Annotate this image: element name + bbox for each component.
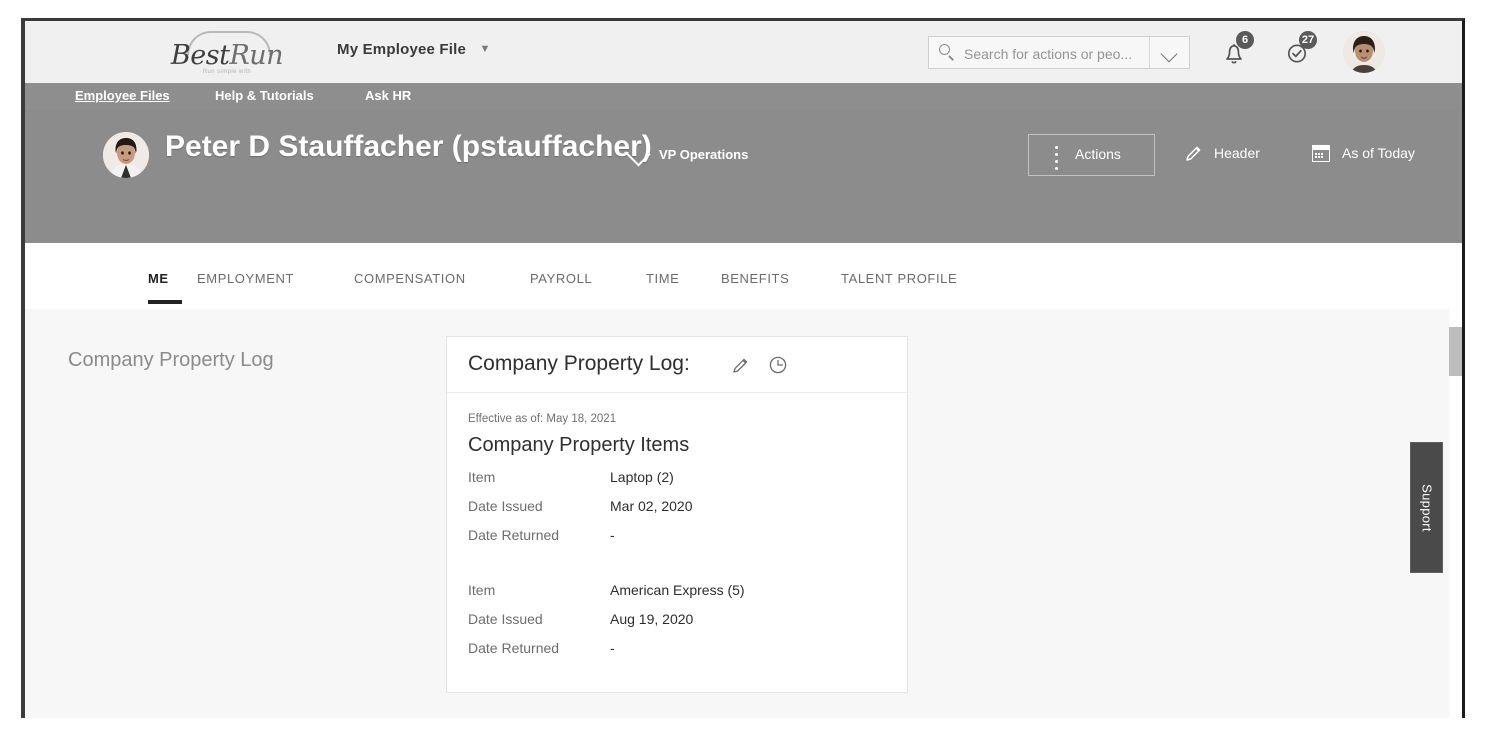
tab-label: PAYROLL [530, 271, 593, 286]
inbox-button[interactable]: 27 [1278, 31, 1317, 70]
field-row-date-returned: Date Returned - [468, 637, 886, 666]
bestrun-logo[interactable]: BestRun Run simple with [141, 29, 313, 79]
logo-word-best: Best [170, 40, 230, 71]
job-title: VP Operations [659, 147, 749, 162]
tab-time[interactable]: TIME [646, 271, 679, 286]
tab-employment[interactable]: EMPLOYMENT [197, 271, 294, 286]
header-edit-button-label: Header [1214, 145, 1260, 161]
tab-label: COMPENSATION [354, 271, 466, 286]
page-title: Peter D Stauffacher (pstauffacher) [165, 130, 652, 163]
secondary-nav-item-help-tutorials[interactable]: Help & Tutorials [215, 88, 314, 103]
screenshot-root: BestRun Run simple with My Employee File… [0, 0, 1495, 743]
tab-benefits[interactable]: BENEFITS [721, 271, 789, 286]
employee-photo-image [103, 132, 149, 178]
field-label: Item [468, 469, 496, 485]
avatar[interactable] [1343, 31, 1385, 73]
as-of-today-button-label: As of Today [1342, 145, 1415, 161]
application-frame: BestRun Run simple with My Employee File… [21, 18, 1465, 718]
secondary-nav-label: Help & Tutorials [215, 88, 314, 103]
tab-label: TIME [646, 271, 680, 286]
tab-payroll[interactable]: PAYROLL [530, 271, 592, 286]
global-top-bar: BestRun Run simple with My Employee File… [25, 21, 1462, 84]
tab-strip: ME EMPLOYMENT COMPENSATION PAYROLL TIME … [25, 243, 1462, 310]
field-row-item: Item American Express (5) [468, 579, 886, 608]
card-header: Company Property Log: [447, 337, 907, 393]
pencil-icon[interactable] [731, 356, 750, 375]
field-label: Date Returned [468, 527, 560, 543]
logo-wordmark: BestRun [141, 40, 313, 71]
property-entry: Item American Express (5) Date Issued Au… [468, 579, 886, 666]
context-title-label: My Employee File [337, 41, 467, 58]
active-tab-underline [148, 300, 182, 304]
profile-header-band: Peter D Stauffacher (pstauffacher) VP Op… [25, 110, 1462, 243]
entry-separator [468, 553, 886, 579]
tab-talent-profile[interactable]: TALENT PROFILE [841, 271, 957, 286]
field-value: American Express (5) [610, 582, 745, 598]
scrollbar[interactable] [1449, 309, 1462, 718]
inbox-badge-count: 27 [1299, 31, 1317, 49]
actions-button[interactable]: Actions [1028, 134, 1155, 176]
notifications-button[interactable]: 6 [1215, 31, 1254, 70]
field-row-item: Item Laptop (2) [468, 466, 886, 495]
content-area: Company Property Log Company Property Lo… [25, 309, 1462, 718]
notification-badge-count: 6 [1236, 31, 1254, 49]
search-scope-dropdown[interactable] [1149, 37, 1189, 68]
user-avatar-image [1343, 31, 1385, 73]
logo-word-run: Run [229, 40, 284, 71]
pencil-icon [1186, 146, 1201, 161]
field-label: Date Returned [468, 640, 560, 656]
field-label: Date Issued [468, 498, 543, 514]
card-title: Company Property Log: [468, 352, 690, 375]
tab-label: EMPLOYMENT [197, 271, 295, 286]
context-title[interactable]: My Employee File ▼ [337, 41, 491, 58]
chevron-down-icon: ▼ [479, 43, 491, 55]
field-row-date-returned: Date Returned - [468, 524, 886, 553]
logo-tagline: Run simple with [202, 69, 252, 75]
company-property-log-card: Company Property Log: Effective as of: M… [446, 336, 908, 693]
calendar-icon [1312, 145, 1330, 162]
field-value: - [610, 640, 615, 656]
field-value: Laptop (2) [610, 469, 674, 485]
support-tab-label: Support [1419, 483, 1434, 532]
section-heading: Company Property Log [68, 349, 274, 371]
tab-label: ME [148, 271, 169, 286]
search-input[interactable] [962, 37, 1154, 70]
tab-label: TALENT PROFILE [841, 271, 958, 286]
field-value: Mar 02, 2020 [610, 498, 693, 514]
search-container[interactable] [928, 36, 1190, 70]
card-body: Effective as of: May 18, 2021 Company Pr… [447, 393, 907, 692]
field-row-date-issued: Date Issued Aug 19, 2020 [468, 608, 886, 637]
field-label: Item [468, 582, 496, 598]
tab-me[interactable]: ME [148, 271, 169, 286]
support-tab[interactable]: Support [1410, 442, 1443, 573]
scrollbar-thumb[interactable] [1449, 327, 1462, 376]
clock-history-icon[interactable] [768, 355, 788, 375]
field-value: - [610, 527, 615, 543]
tab-label: BENEFITS [721, 271, 790, 286]
effective-as-of-text: Effective as of: May 18, 2021 [468, 413, 617, 425]
tab-compensation[interactable]: COMPENSATION [354, 271, 466, 286]
chevron-down-icon [1160, 45, 1178, 63]
field-row-date-issued: Date Issued Mar 02, 2020 [468, 495, 886, 524]
secondary-nav-label: Employee Files [75, 88, 170, 103]
secondary-nav-item-employee-files[interactable]: Employee Files [75, 88, 170, 103]
property-entry: Item Laptop (2) Date Issued Mar 02, 2020… [468, 466, 886, 553]
secondary-navigation: Employee Files Help & Tutorials Ask HR [25, 83, 1462, 111]
secondary-nav-item-ask-hr[interactable]: Ask HR [365, 88, 411, 103]
search-icon [939, 44, 956, 61]
field-label: Date Issued [468, 611, 543, 627]
actions-button-label: Actions [1075, 146, 1121, 162]
secondary-nav-label: Ask HR [365, 88, 412, 103]
as-of-today-button[interactable]: As of Today [1308, 134, 1453, 176]
header-edit-button[interactable]: Header [1180, 134, 1285, 176]
kebab-menu-icon [1055, 146, 1059, 170]
card-section-title: Company Property Items [468, 434, 690, 456]
field-value: Aug 19, 2020 [610, 611, 694, 627]
employee-photo[interactable] [103, 132, 149, 178]
